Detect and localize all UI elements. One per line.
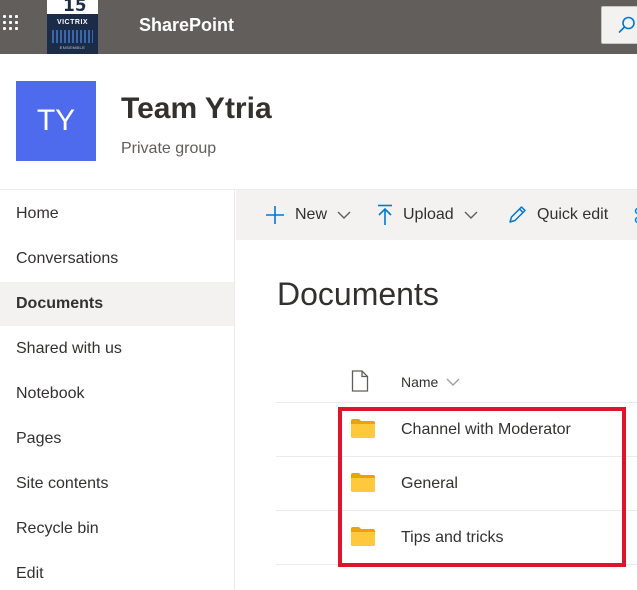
organization-logo[interactable]: 15 ANS VICTRIX ENSEMBLE: [47, 0, 98, 54]
site-title[interactable]: Team Ytria: [121, 92, 272, 126]
share-icon: [634, 207, 637, 224]
app-launcher-icon[interactable]: [0, 10, 20, 42]
app-name[interactable]: SharePoint: [139, 15, 234, 36]
nav-item-documents[interactable]: Documents: [0, 282, 234, 326]
folder-name[interactable]: Channel with Moderator: [401, 421, 571, 439]
chevron-down-icon: [446, 378, 460, 386]
share-button-partial[interactable]: [633, 190, 637, 240]
nav-item-notebook[interactable]: Notebook: [0, 372, 234, 416]
column-header-row: Name: [276, 360, 637, 403]
folder-icon: [351, 473, 375, 492]
new-button[interactable]: New: [265, 190, 351, 240]
suite-bar: 15 ANS VICTRIX ENSEMBLE SharePoint: [0, 0, 637, 54]
nav-item-site-contents[interactable]: Site contents: [0, 462, 234, 506]
left-navigation: Home Conversations Documents Shared with…: [0, 190, 235, 590]
site-logo[interactable]: TY: [16, 81, 96, 161]
upload-button-label: Upload: [403, 206, 454, 223]
chevron-down-icon: [337, 211, 351, 219]
folder-icon: [351, 419, 375, 438]
plus-icon: [266, 206, 284, 224]
nav-item-shared-with-us[interactable]: Shared with us: [0, 327, 234, 371]
folder-row[interactable]: Channel with Moderator: [276, 403, 637, 457]
file-type-icon[interactable]: [351, 370, 369, 392]
folder-row[interactable]: General: [276, 457, 637, 511]
site-privacy-label: Private group: [121, 140, 217, 157]
folder-name[interactable]: General: [401, 475, 458, 493]
quick-edit-button[interactable]: Quick edit: [507, 190, 608, 240]
folder-name[interactable]: Tips and tricks: [401, 529, 504, 547]
chevron-down-icon: [464, 211, 478, 219]
nav-item-pages[interactable]: Pages: [0, 417, 234, 461]
command-bar: New Upload Quick edit: [236, 190, 637, 240]
search-icon: [618, 16, 635, 33]
logo-ans: ANS: [84, 6, 95, 12]
pencil-icon: [509, 206, 526, 223]
logo-pattern: [52, 30, 93, 43]
folder-row[interactable]: Tips and tricks: [276, 511, 637, 565]
logo-wordmark: VICTRIX: [56, 19, 89, 26]
folder-icon: [351, 527, 375, 546]
site-initials: TY: [36, 104, 76, 137]
nav-item-edit[interactable]: Edit: [0, 552, 234, 590]
upload-button[interactable]: Upload: [377, 190, 478, 240]
name-column-label: Name: [401, 374, 439, 390]
upload-arrow-icon: [378, 204, 392, 225]
nav-item-home[interactable]: Home: [0, 192, 234, 236]
nav-item-recycle-bin[interactable]: Recycle bin: [0, 507, 234, 551]
logo-tagline: ENSEMBLE: [59, 45, 86, 50]
new-button-label: New: [295, 206, 328, 223]
library-title: Documents: [277, 276, 439, 312]
quick-edit-label: Quick edit: [537, 206, 609, 223]
name-column-header[interactable]: Name: [401, 374, 460, 390]
search-box[interactable]: [601, 6, 637, 44]
nav-item-conversations[interactable]: Conversations: [0, 237, 234, 281]
